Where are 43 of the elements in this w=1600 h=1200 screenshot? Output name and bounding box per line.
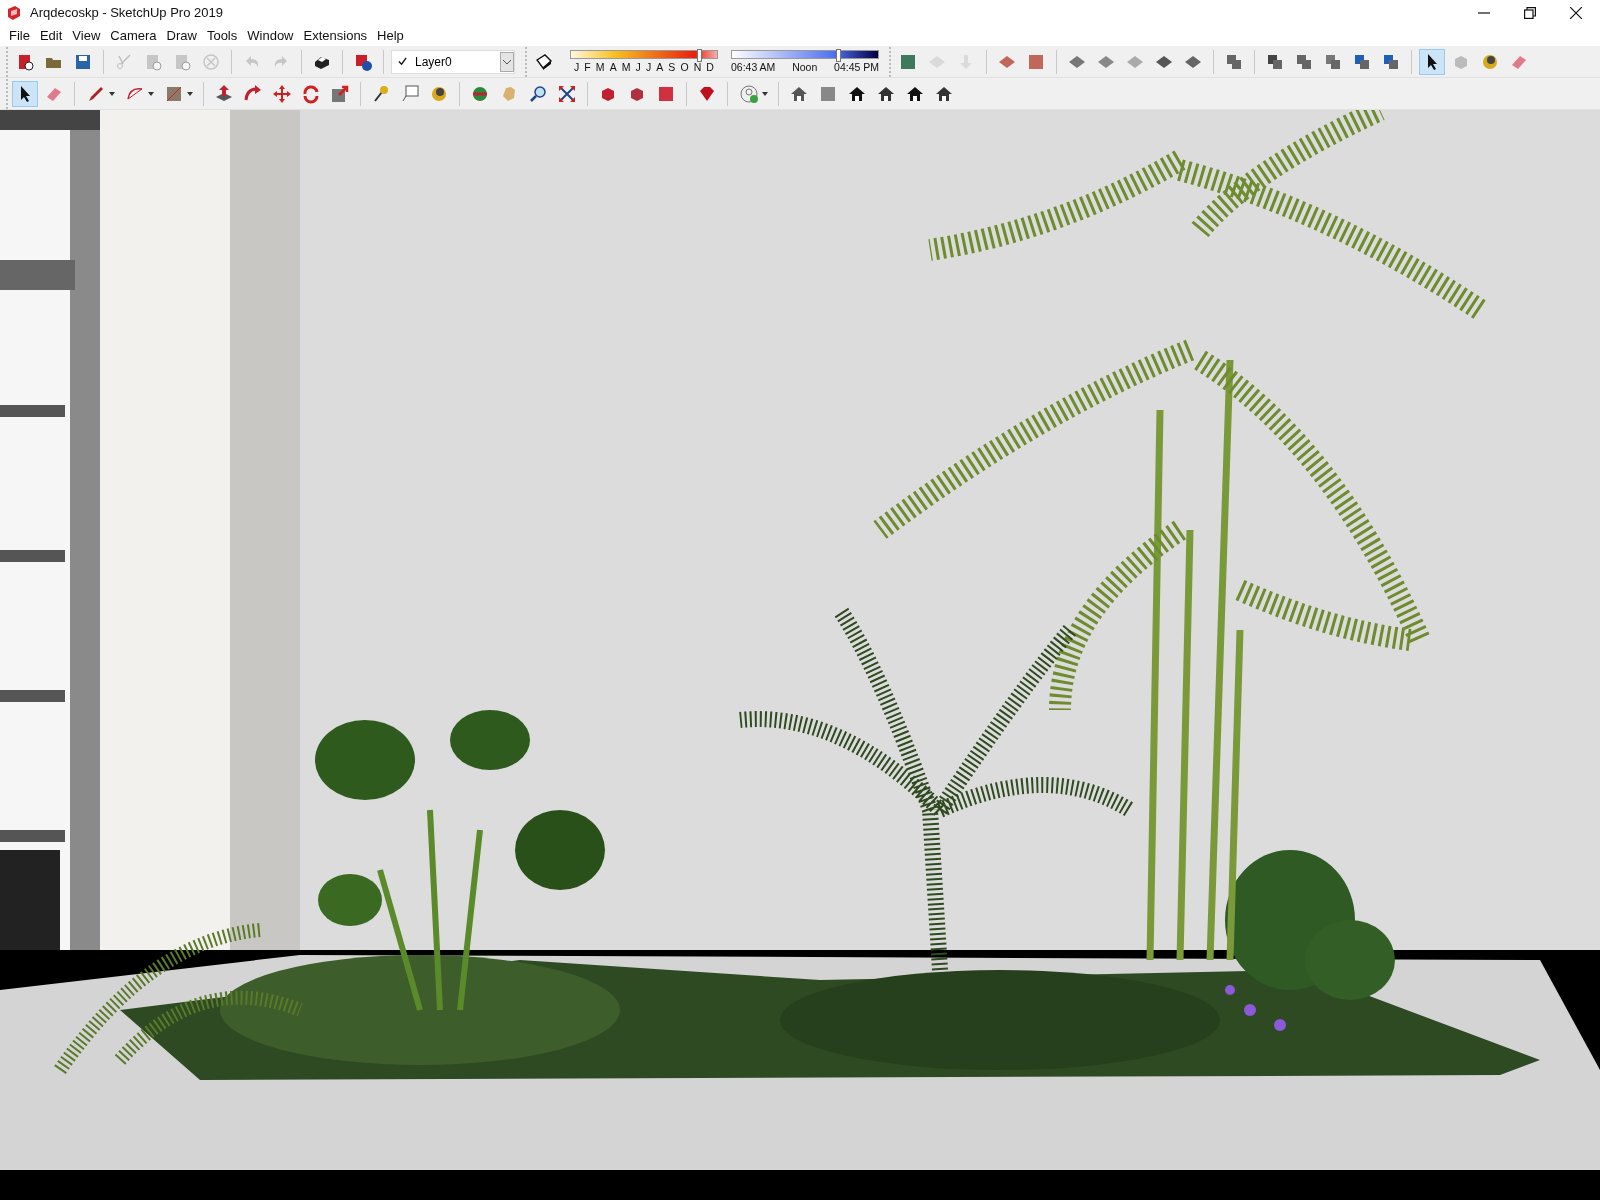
- caret-icon: [761, 91, 768, 96]
- check-icon: [398, 57, 407, 67]
- menu-item[interactable]: Window: [242, 26, 299, 46]
- menu-item[interactable]: Draw: [161, 26, 202, 46]
- month-label: O: [680, 61, 689, 74]
- restore-icon[interactable]: [1524, 6, 1536, 19]
- date-slider[interactable]: [570, 50, 718, 60]
- layer-dropdown[interactable]: Layer0: [391, 49, 515, 74]
- month-label: A: [656, 61, 664, 74]
- caret-icon: [147, 91, 154, 96]
- month-label: A: [609, 61, 617, 74]
- menu-item[interactable]: Extensions: [298, 26, 373, 46]
- month-label: M: [621, 61, 631, 74]
- month-label: S: [668, 61, 676, 74]
- toolbar-button[interactable]: [12, 80, 38, 107]
- month-label: J: [645, 61, 652, 74]
- month-label: N: [693, 61, 702, 74]
- menu-item[interactable]: Camera: [105, 26, 162, 46]
- month-label: J: [574, 61, 580, 74]
- time-label: Noon: [792, 61, 818, 74]
- time-slider[interactable]: [731, 50, 879, 60]
- menu-item[interactable]: View: [67, 26, 106, 46]
- month-label: D: [706, 61, 714, 74]
- slider-thumb[interactable]: [835, 49, 841, 63]
- time-label: 04:45 PM: [834, 61, 879, 74]
- caret-icon: [186, 91, 193, 96]
- toolbar-button[interactable]: [1419, 48, 1445, 75]
- menu-item[interactable]: Edit: [34, 26, 68, 46]
- close-icon[interactable]: [1570, 6, 1582, 19]
- zoom-extents-icon: [557, 83, 577, 104]
- slider-thumb[interactable]: [696, 49, 702, 63]
- menu-item[interactable]: File: [4, 26, 35, 46]
- month-label: J: [635, 61, 641, 74]
- menu-item[interactable]: Help: [372, 26, 409, 46]
- app-logo-icon: [6, 4, 22, 21]
- move-arrows-icon: [272, 83, 292, 104]
- caret-icon: [108, 91, 115, 96]
- window-title: Arqdecoskp - SketchUp Pro 2019: [30, 5, 223, 21]
- push-pull-icon: [214, 83, 234, 104]
- time-label: 06:43 AM: [731, 61, 776, 74]
- menu-item[interactable]: Tools: [201, 26, 243, 46]
- month-label: F: [584, 61, 591, 74]
- month-label: M: [595, 61, 605, 74]
